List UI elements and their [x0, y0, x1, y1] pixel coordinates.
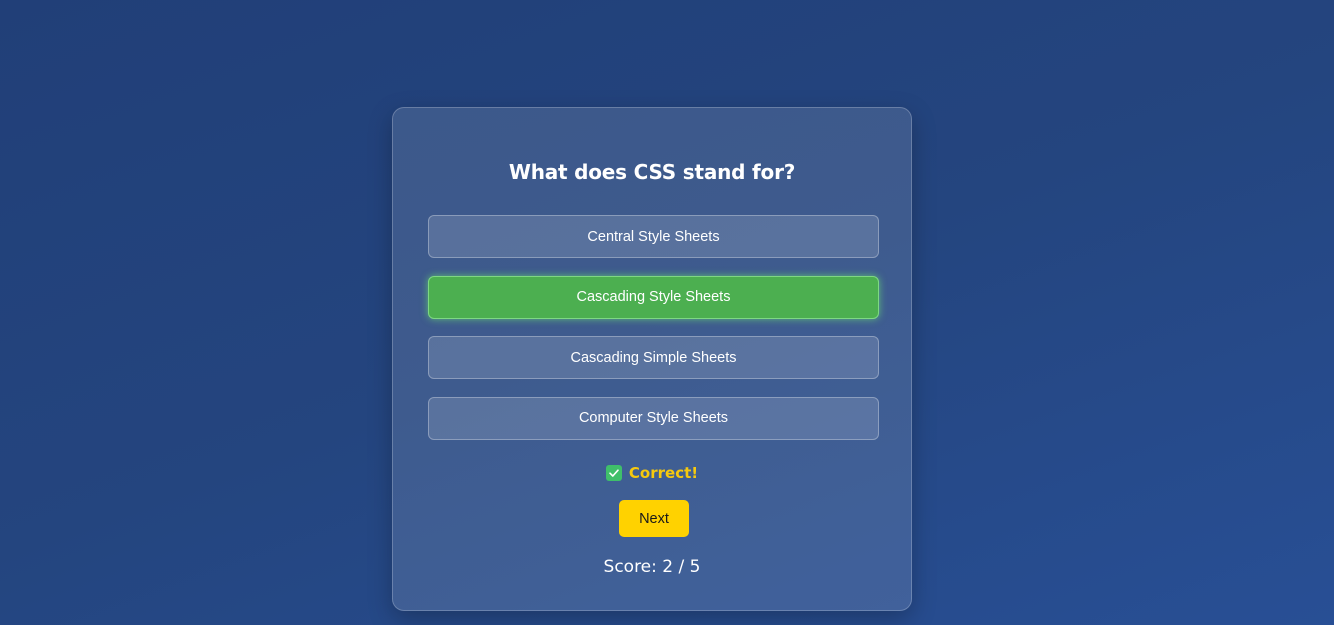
check-icon [605, 465, 622, 481]
feedback-text: Correct! [628, 464, 699, 482]
option-cascading-simple-sheets[interactable]: Cascading Simple Sheets [428, 336, 879, 379]
options-list: Central Style Sheets Cascading Style She… [428, 215, 879, 457]
quiz-card: What does CSS stand for? Central Style S… [392, 107, 912, 611]
option-computer-style-sheets[interactable]: Computer Style Sheets [428, 396, 879, 440]
feedback-message: Correct! [393, 464, 911, 482]
option-central-style-sheets[interactable]: Central Style Sheets [428, 215, 879, 258]
next-button[interactable]: Next [619, 500, 689, 537]
option-cascading-style-sheets[interactable]: Cascading Style Sheets [428, 275, 879, 319]
score-text: Score: 2 / 5 [603, 557, 701, 577]
question-text: What does CSS stand for? [508, 160, 796, 184]
